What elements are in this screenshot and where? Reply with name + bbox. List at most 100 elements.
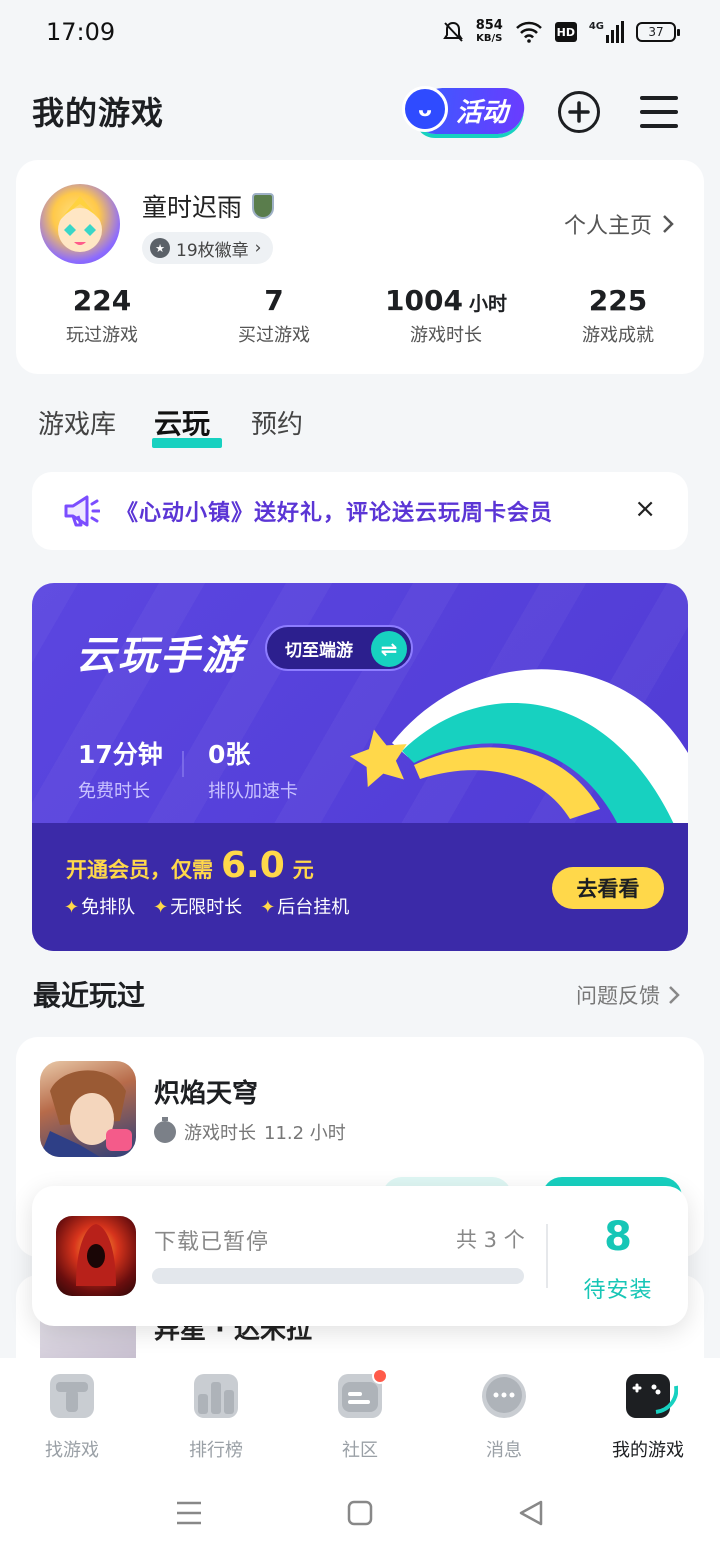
- back-icon[interactable]: [518, 1500, 544, 1526]
- nav-label: 社区: [342, 1440, 378, 1461]
- downloading-game-icon: [56, 1216, 136, 1296]
- stat-play-time[interactable]: 1004 小时 游戏时长: [360, 284, 532, 347]
- vip-price: 6.0: [221, 845, 285, 886]
- notice-banner[interactable]: 《心动小镇》送好礼，评论送云玩周卡会员 ×: [32, 472, 688, 550]
- chevron-right-icon: [669, 986, 680, 1004]
- stat-value: 225: [588, 284, 648, 317]
- tab-cloud-play[interactable]: 云玩: [152, 402, 222, 448]
- add-button[interactable]: [558, 91, 600, 133]
- game-icon: [40, 1061, 136, 1157]
- username: 童时迟雨: [142, 193, 243, 222]
- nav-label: 排行榜: [189, 1440, 243, 1461]
- free-time-stat: 17分钟 免费时长: [78, 735, 163, 803]
- chevron-right-icon: [663, 215, 674, 233]
- stat-unit: 小时: [468, 293, 507, 315]
- menu-bar: [640, 96, 678, 100]
- go-see-button[interactable]: 去看看: [552, 867, 664, 909]
- badges-chip[interactable]: ★ 19枚徽章 ›: [142, 232, 274, 264]
- free-time-label: 免费时长: [78, 781, 150, 802]
- plus-icon: [568, 101, 590, 123]
- profile-homepage-label: 个人主页: [563, 214, 652, 239]
- nav-label: 我的游戏: [612, 1440, 684, 1461]
- nav-find-games[interactable]: 找游戏: [0, 1374, 144, 1462]
- tab-reservation[interactable]: 预约: [251, 404, 303, 441]
- notification-badge: [372, 1368, 388, 1384]
- medal-icon: ★: [150, 238, 170, 258]
- profile-homepage-link[interactable]: 个人主页: [564, 208, 674, 240]
- download-status-panel[interactable]: 下载已暂停 共 3 个 8 待安装: [32, 1186, 688, 1326]
- game-art: [76, 1224, 116, 1286]
- username-row[interactable]: 童时迟雨: [142, 188, 275, 224]
- stat-value: 224: [72, 284, 132, 317]
- vip-promo: 开通会员，仅需 6.0 元 ✦ 免排队 ✦ 无限时长 ✦ 后台挂机 去看看: [32, 823, 688, 951]
- download-status: 下载已暂停: [154, 1230, 270, 1255]
- play-time-value: 11.2 小时: [264, 1123, 346, 1144]
- activity-mascot-icon: ᴗ: [402, 86, 448, 132]
- vip-price-line: 开通会员，仅需 6.0 元: [66, 845, 314, 886]
- activity-label: 活动: [456, 98, 509, 128]
- queue-card-value: 0张: [208, 740, 251, 769]
- status-time: 17:09: [46, 18, 116, 46]
- stat-achievements[interactable]: 225 游戏成就: [532, 284, 704, 347]
- megaphone-icon: [64, 495, 100, 527]
- cloud-play-title: 云玩手游: [76, 633, 244, 679]
- nav-community[interactable]: 社区: [288, 1368, 432, 1462]
- net-speed-unit: KB/S: [476, 33, 503, 44]
- sparkle-icon: ✦: [260, 897, 276, 918]
- stat-value: 1004 小时: [385, 284, 507, 317]
- nav-label: 消息: [486, 1440, 522, 1461]
- sparkle-icon: ✦: [64, 897, 80, 918]
- recent-apps-icon[interactable]: [175, 1500, 203, 1526]
- signal-icon: 4G: [589, 21, 624, 43]
- vip-unit: 元: [292, 858, 314, 882]
- shooting-star-illustration: [349, 669, 688, 833]
- queue-card-stat: 0张 排队加速卡: [208, 735, 298, 803]
- download-progress-bar: [152, 1268, 524, 1284]
- activity-button[interactable]: ᴗ 活动: [402, 82, 528, 142]
- pending-install-count[interactable]: 8: [548, 1214, 688, 1260]
- nav-messages[interactable]: 消息: [432, 1374, 576, 1462]
- mute-bell-icon: [442, 21, 463, 42]
- my-games-icon: [626, 1374, 678, 1418]
- feedback-link[interactable]: 问题反馈: [576, 980, 680, 1010]
- download-count: 共 3 个: [456, 1228, 525, 1252]
- queue-card-label: 排队加速卡: [208, 781, 298, 802]
- game-play-time: 游戏时长 11.2 小时: [154, 1117, 346, 1145]
- nav-ranking[interactable]: 排行榜: [144, 1374, 288, 1462]
- net-speed: 854 KB/S: [476, 19, 503, 45]
- pending-install-label[interactable]: 待安装: [548, 1272, 688, 1304]
- perk-item: ✦ 免排队: [64, 897, 136, 918]
- stat-played-games[interactable]: 224 玩过游戏: [16, 284, 188, 347]
- find-games-icon: [50, 1374, 94, 1418]
- platform-tag-icon: [106, 1129, 132, 1151]
- badges-label: 19枚徽章: [176, 240, 249, 261]
- chevron-right-icon: ›: [254, 238, 262, 258]
- home-icon[interactable]: [347, 1500, 373, 1526]
- menu-bar: [640, 110, 678, 114]
- profile-card: 童时迟雨 ★ 19枚徽章 › 个人主页 224 玩过游戏 7 买过游戏 1004…: [16, 160, 704, 374]
- tab-game-library[interactable]: 游戏库: [38, 404, 116, 441]
- stopwatch-icon: [154, 1117, 176, 1143]
- feedback-label: 问题反馈: [576, 984, 660, 1008]
- cloud-play-banner[interactable]: 云玩手游 切至端游 ⇌ 17分钟 免费时长 0张 排队加速卡 开通会员，仅需 6…: [32, 583, 688, 951]
- nav-my-games[interactable]: 我的游戏: [576, 1374, 720, 1462]
- shield-icon: [252, 193, 275, 219]
- game-name: 炽焰天穹: [154, 1079, 259, 1109]
- free-time-value: 17分钟: [78, 740, 163, 769]
- page-title: 我的游戏: [32, 94, 165, 132]
- avatar-illustration: [58, 196, 102, 252]
- stat-label: 游戏成就: [582, 325, 654, 346]
- network-label: 4G: [588, 21, 604, 32]
- stat-label: 游戏时长: [410, 325, 482, 346]
- battery-icon: 37: [636, 22, 680, 42]
- community-icon: [338, 1368, 388, 1418]
- avatar[interactable]: [40, 184, 120, 264]
- ranking-icon: [194, 1374, 238, 1418]
- vip-prefix: 开通会员，仅需: [66, 858, 213, 882]
- sparkle-icon: ✦: [153, 897, 169, 918]
- hd-icon: HD: [554, 22, 577, 42]
- notice-text: 《心动小镇》送好礼，评论送云玩周卡会员: [116, 501, 554, 526]
- stat-bought-games[interactable]: 7 买过游戏: [188, 284, 360, 347]
- menu-button[interactable]: [640, 96, 678, 128]
- close-icon[interactable]: ×: [634, 494, 656, 524]
